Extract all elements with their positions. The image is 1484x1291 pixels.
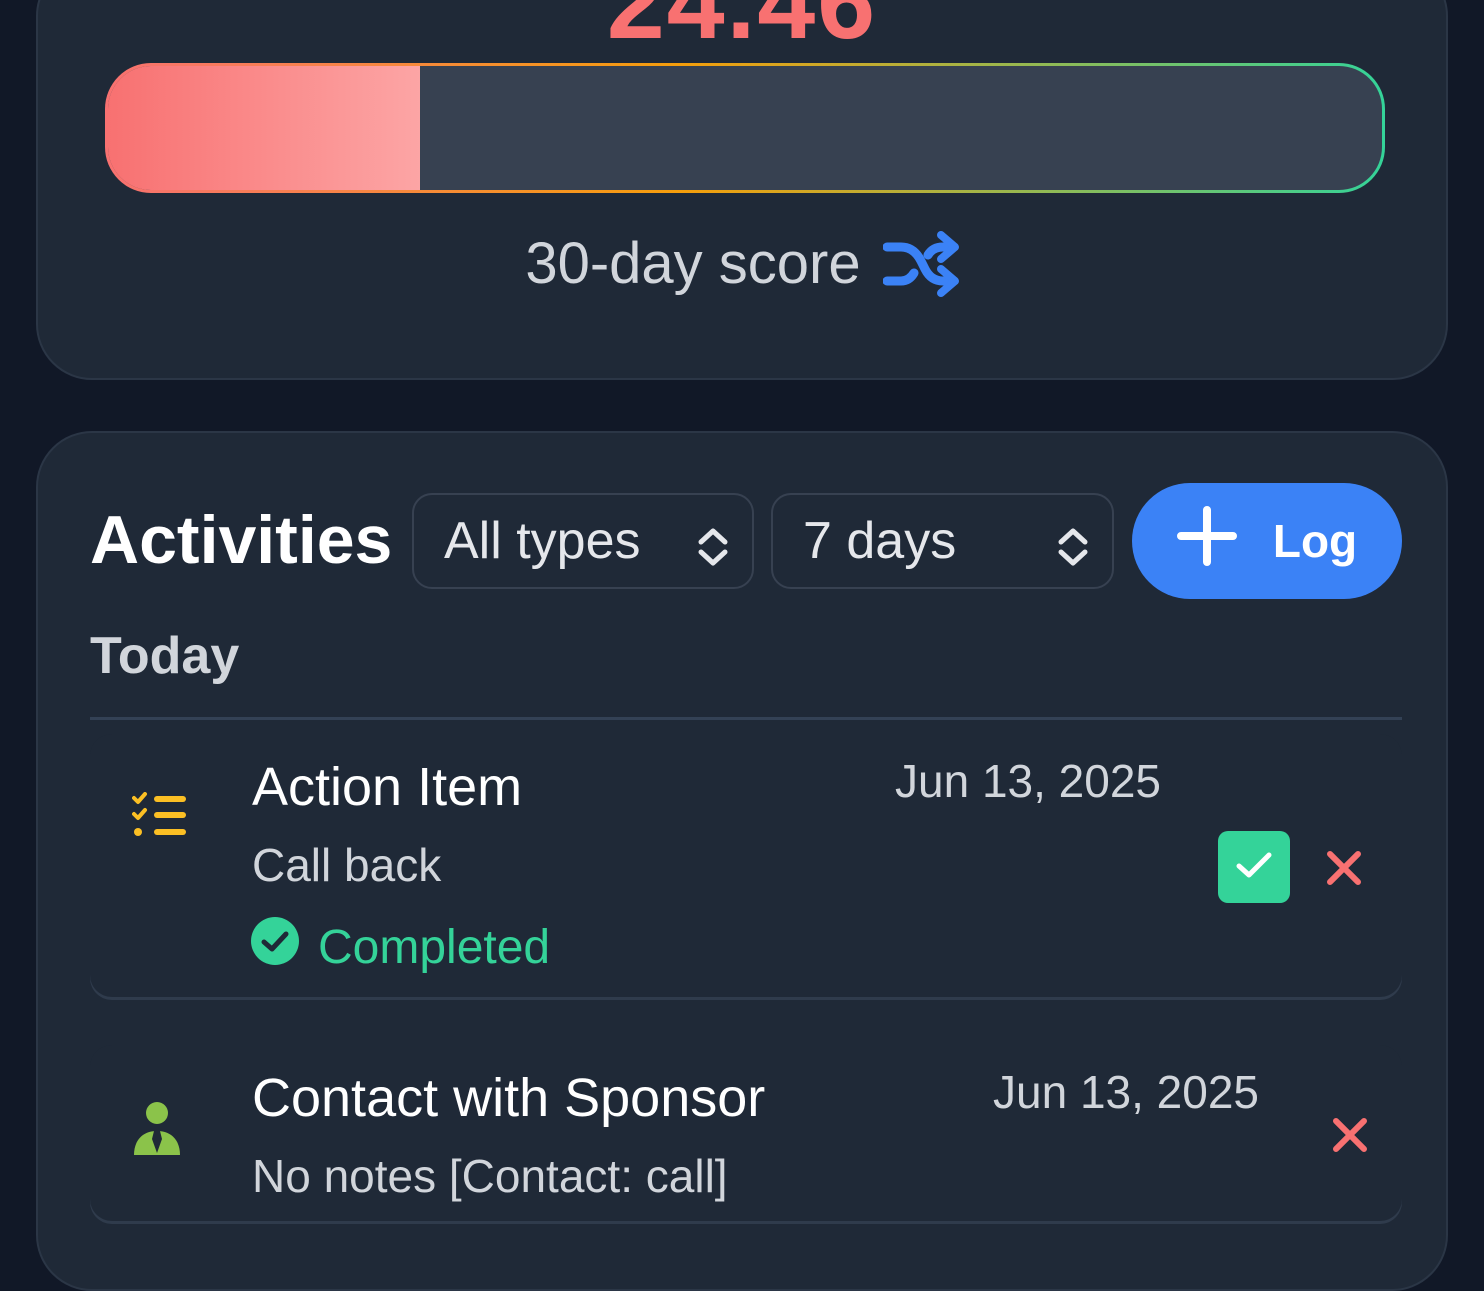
days-filter-select[interactable]: 7 days [771,493,1114,589]
score-caption-row: 30-day score [38,230,1446,297]
check-circle-icon [250,916,300,978]
score-progress-track [108,66,1382,190]
activities-card: Activities All types 7 days Log Today Ac… [36,431,1448,1291]
activity-status-label: Completed [318,920,551,974]
activity-title: Action Item [252,757,523,817]
activity-title: Contact with Sponsor [252,1068,766,1128]
activity-note: Call back [252,839,442,891]
activity-item[interactable]: Action Item Jun 13, 2025 Call back Compl… [90,734,1402,997]
log-activity-button[interactable]: Log [1132,483,1402,599]
score-card: 24.46 30-day score [36,0,1448,380]
activity-date: Jun 13, 2025 [895,755,1162,807]
close-icon [1326,851,1362,890]
activity-note: No notes [Contact: call] [252,1150,728,1202]
type-filter-select[interactable]: All types [412,493,754,589]
score-value: 24.46 [606,0,878,61]
type-filter-value: All types [444,512,641,570]
activities-title: Activities [90,502,393,578]
activity-item[interactable]: Contact with Sponsor Jun 13, 2025 No not… [90,1045,1402,1221]
delete-button[interactable] [1326,850,1362,891]
score-caption: 30-day score [525,231,861,296]
chevron-up-down-icon [696,521,730,581]
days-filter-value: 7 days [803,512,957,570]
activity-date: Jun 13, 2025 [993,1066,1260,1118]
chevron-up-down-icon [1056,521,1090,581]
log-button-label: Log [1272,515,1358,567]
score-progress-fill [108,66,420,190]
shuffle-icon[interactable] [882,230,959,297]
close-icon [1332,1118,1368,1157]
activities-header: Activities All types 7 days Log [90,483,1402,609]
activity-status: Completed [250,916,550,978]
plus-icon [1176,505,1237,577]
divider [90,717,1402,720]
score-progress-bar [105,63,1385,193]
checklist-icon [132,792,188,847]
person-tie-icon [132,1101,182,1162]
complete-toggle-button[interactable] [1218,831,1290,903]
group-label-today: Today [90,627,240,685]
check-icon [1234,849,1274,886]
delete-button[interactable] [1332,1117,1368,1158]
